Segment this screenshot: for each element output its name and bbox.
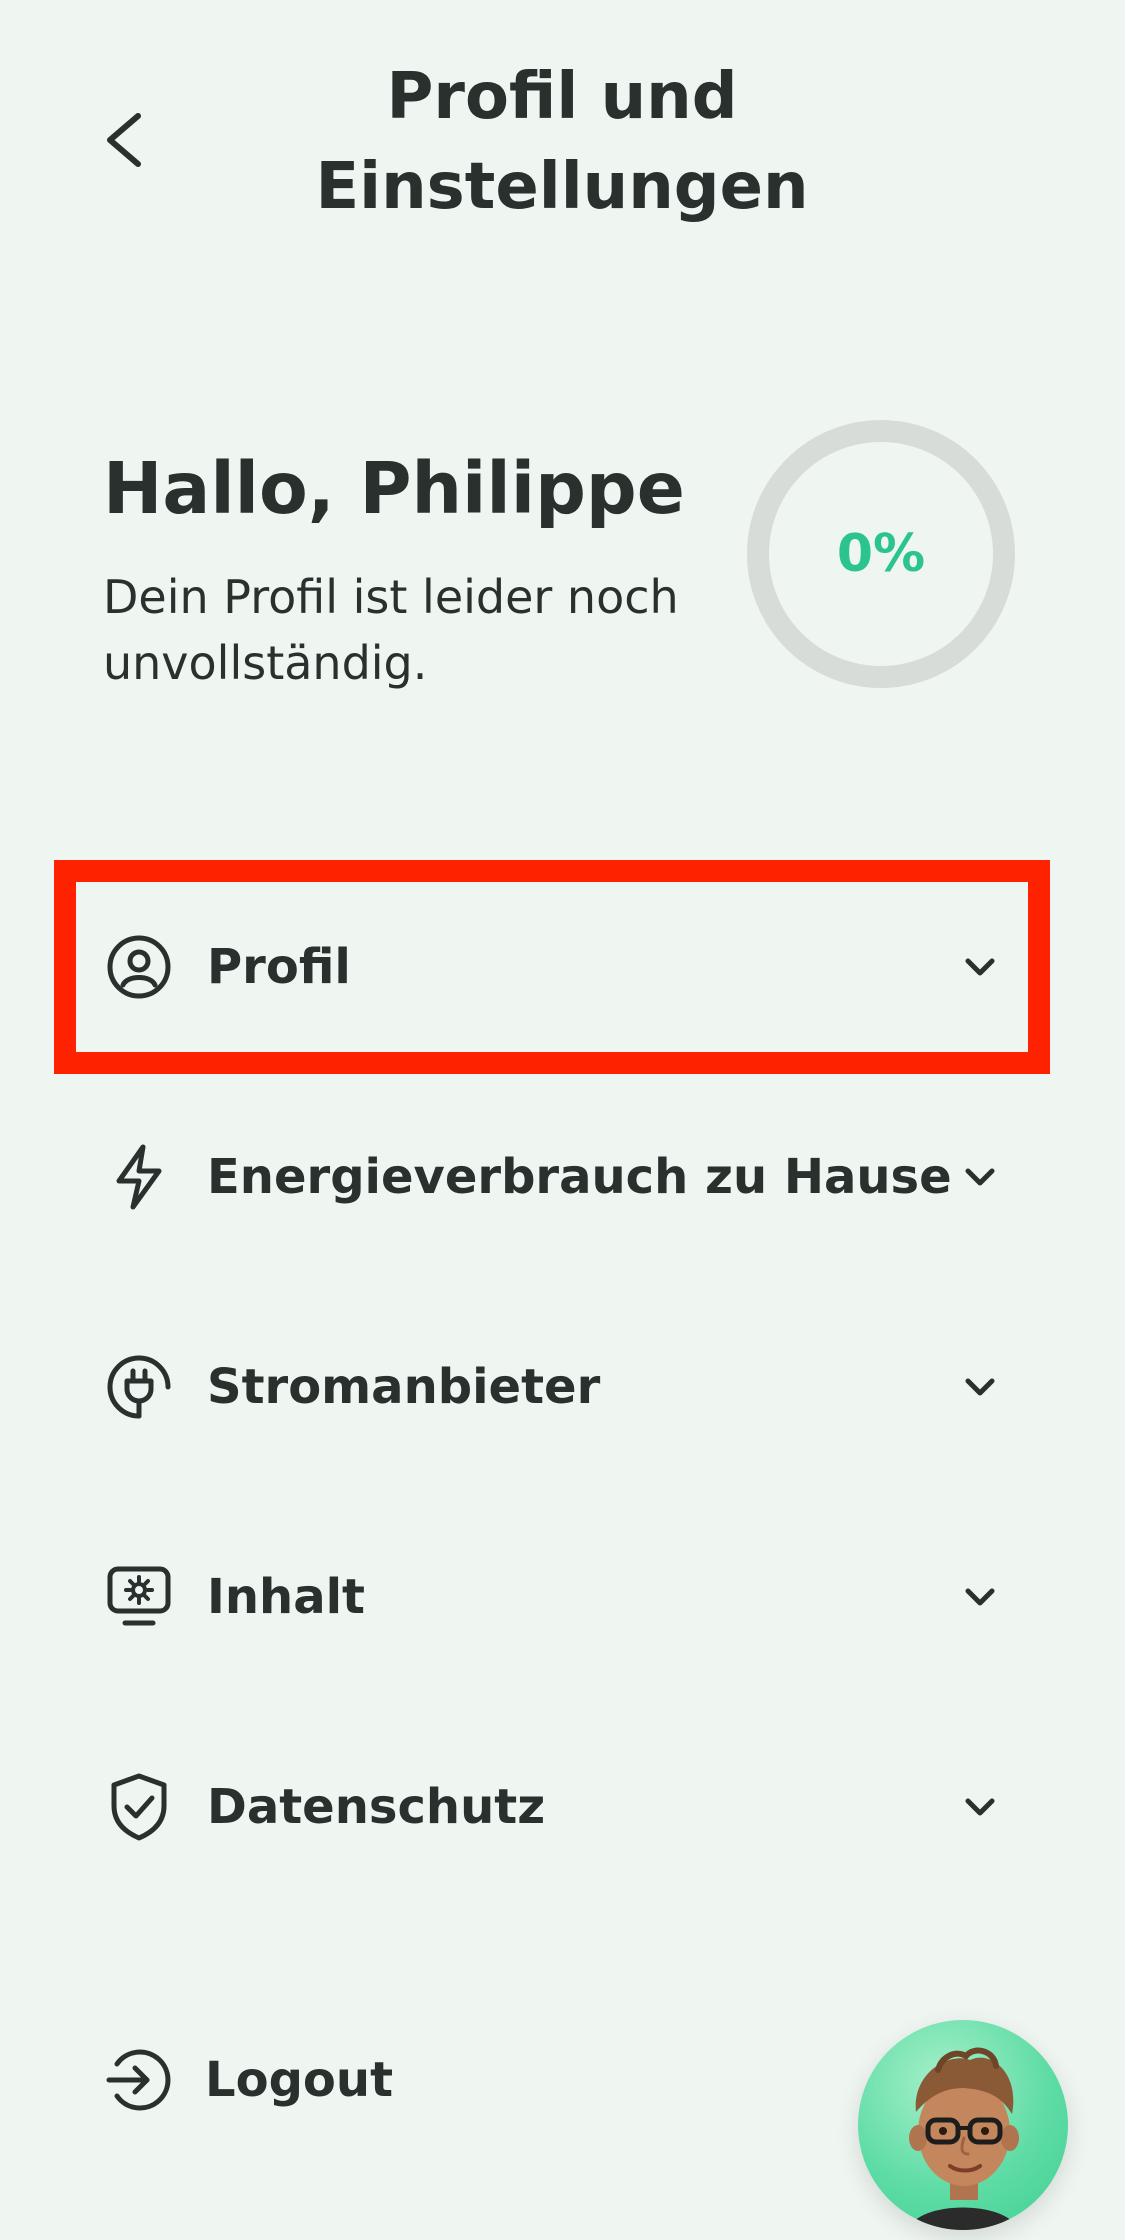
page-title: Profil und Einstellungen xyxy=(262,52,862,232)
greeting: Hallo, Philippe xyxy=(103,447,685,530)
logout-icon xyxy=(102,2045,172,2115)
shield-check-icon xyxy=(104,1772,174,1842)
section-stromanbieter[interactable]: Stromanbieter xyxy=(76,1302,1026,1472)
avatar-icon xyxy=(908,2047,1019,2230)
logout-button[interactable]: Logout xyxy=(76,2020,576,2140)
profile-status-text: Dein Profil ist leider noch unvollständi… xyxy=(103,570,679,690)
page-title-line-1: Profil und xyxy=(386,60,738,134)
section-label: Datenschutz xyxy=(207,1779,546,1835)
chevron-left-icon xyxy=(107,113,141,167)
section-label: Energieverbrauch zu Hause xyxy=(207,1149,952,1205)
lightning-bolt-icon xyxy=(104,1142,174,1212)
chevron-down-icon xyxy=(960,1367,1000,1407)
chevron-down-icon xyxy=(960,947,1000,987)
assistant-avatar-button[interactable] xyxy=(858,2020,1068,2230)
section-label: Stromanbieter xyxy=(207,1359,601,1415)
section-label: Profil xyxy=(207,939,351,995)
user-circle-icon xyxy=(104,932,174,1002)
profile-completion-label: 0% xyxy=(836,524,926,584)
monitor-settings-icon xyxy=(104,1562,174,1632)
back-button[interactable] xyxy=(92,102,156,178)
section-datenschutz[interactable]: Datenschutz xyxy=(76,1722,1026,1892)
section-profil[interactable]: Profil xyxy=(76,882,1026,1052)
chevron-down-icon xyxy=(960,1577,1000,1617)
plug-icon xyxy=(104,1352,174,1422)
logout-label: Logout xyxy=(205,2052,394,2108)
header: Profil und Einstellungen xyxy=(0,0,1125,240)
page-title-line-2: Einstellungen xyxy=(315,150,809,224)
chevron-down-icon xyxy=(960,1157,1000,1197)
section-inhalt[interactable]: Inhalt xyxy=(76,1512,1026,1682)
section-label: Inhalt xyxy=(207,1569,365,1625)
section-energieverbrauch[interactable]: Energieverbrauch zu Hause xyxy=(76,1092,1026,1262)
chevron-down-icon xyxy=(960,1787,1000,1827)
